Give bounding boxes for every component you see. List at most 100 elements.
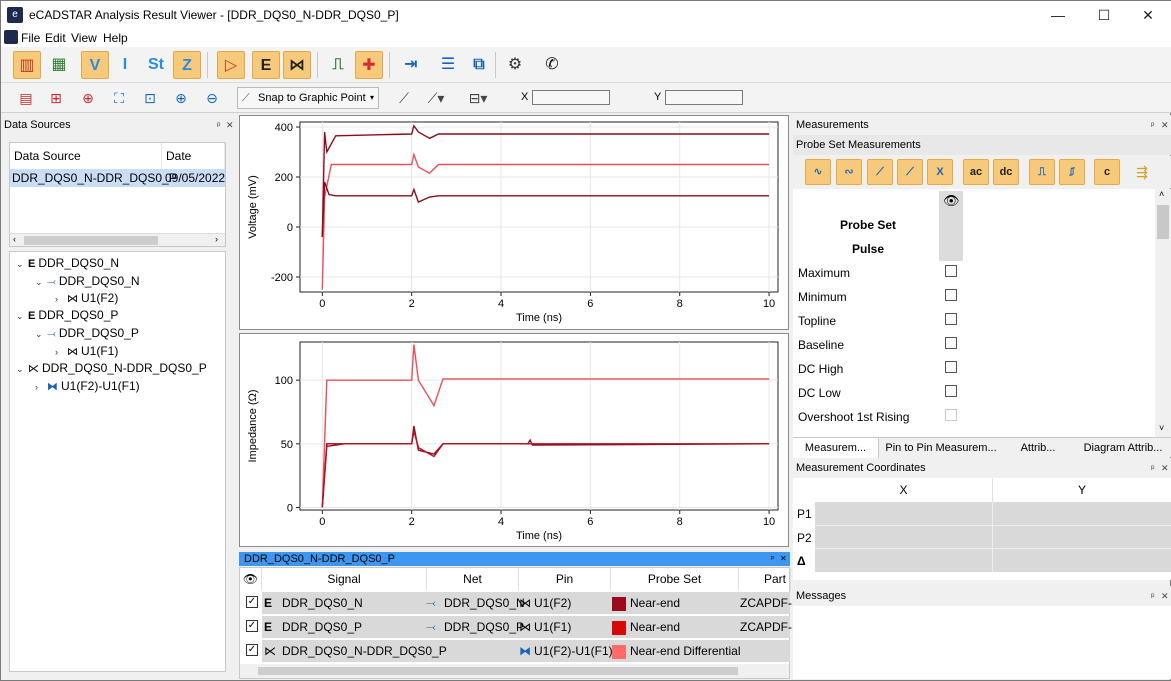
menu-help[interactable]: Help	[103, 31, 128, 45]
chevron-right-icon[interactable]: ›	[55, 347, 67, 357]
phone-icon[interactable]: ✆	[538, 51, 566, 79]
tab-measurements[interactable]: Measurem...	[793, 438, 879, 458]
tab-pin-to-pin[interactable]: Pin to Pin Measurem...	[881, 438, 1001, 458]
close-button[interactable]: ✕	[1125, 1, 1171, 29]
eye-icon[interactable]: 👁	[943, 193, 960, 209]
signal-icon[interactable]: E	[252, 51, 280, 79]
scroll-right-icon[interactable]: ›	[215, 234, 218, 244]
col-date[interactable]: Date	[162, 143, 225, 169]
pin-icon[interactable]: ᵖ	[771, 552, 774, 566]
bar-chart-icon[interactable]: ▥	[13, 51, 41, 79]
vertical-scrollbar[interactable]: ˄ ˅	[1155, 189, 1171, 437]
y-coord-field[interactable]	[665, 90, 743, 105]
table-row[interactable]: E DDR_DQS0_N ⤙ DDR_DQS0_N ⋈ U1(F2) Near-…	[262, 592, 799, 614]
histogram-icon[interactable]: ▦	[45, 51, 73, 79]
rise-icon[interactable]: ∿	[805, 159, 831, 185]
voltage-plot-svg[interactable]: 0 2 4 6 8 10 -200 0 200 400 Time (ns) Voltage (mV)	[240, 116, 788, 329]
differential-icon[interactable]: ⋈	[283, 51, 311, 79]
close-icon[interactable]: ✕	[1161, 458, 1169, 478]
xy-icon[interactable]: X	[927, 159, 953, 185]
gear-icon[interactable]: ⚙	[501, 51, 529, 79]
scroll-left-icon[interactable]: ‹	[13, 234, 16, 244]
measure-checkbox[interactable]	[945, 337, 957, 349]
probe-color-swatch[interactable]	[612, 644, 626, 659]
scroll-up-icon[interactable]: ˄	[1159, 189, 1164, 199]
tree-node[interactable]: ⌄ ⤙ DDR_DQS0_N	[35, 274, 140, 289]
close-icon[interactable]: ✕	[226, 115, 234, 135]
close-icon[interactable]: ✕	[1161, 586, 1169, 606]
voltage-icon[interactable]: V	[81, 51, 109, 79]
row-visible-checkbox[interactable]: ✓	[246, 620, 258, 632]
current-icon[interactable]: I	[111, 51, 139, 79]
tree-node[interactable]: › ⋈ U1(F1)	[55, 344, 118, 358]
probe-color-swatch[interactable]	[612, 620, 626, 635]
scroll-thumb[interactable]	[1157, 205, 1169, 239]
tab-attributes[interactable]: Attrib...	[1003, 438, 1073, 458]
measure-checkbox[interactable]	[945, 265, 957, 277]
tree-node[interactable]: › ⋈ U1(F2)	[55, 291, 118, 305]
measure-checkbox[interactable]	[945, 313, 957, 325]
export-measurements-icon[interactable]: ⇶	[1131, 161, 1153, 183]
measure-checkbox[interactable]	[945, 361, 957, 373]
tree-node[interactable]: ⌄ E DDR_DQS0_N	[16, 256, 119, 270]
zoom-out-icon[interactable]: ⊖	[201, 87, 223, 109]
menu-edit[interactable]: Edit	[45, 31, 66, 45]
fit-icon[interactable]: ⛶	[108, 87, 130, 109]
falling-edge-icon[interactable]: ⎎	[1059, 159, 1085, 185]
chevron-down-icon[interactable]: ⌄	[16, 311, 28, 322]
tree-node[interactable]: ⌄ ⋉ DDR_DQS0_N-DDR_DQS0_P	[16, 361, 207, 375]
scroll-down-icon[interactable]: ˅	[1159, 423, 1164, 433]
maximize-button[interactable]: ☐	[1081, 1, 1127, 29]
chevron-down-icon[interactable]: ⌄	[16, 364, 28, 375]
ruler-icon[interactable]: ⟋	[393, 87, 415, 109]
x-coord-field[interactable]	[532, 90, 610, 105]
pin-icon[interactable]: ᵖ	[1151, 458, 1154, 478]
close-icon[interactable]: ✕	[780, 552, 787, 566]
dc-icon[interactable]: dc	[993, 159, 1019, 185]
slope2-icon[interactable]: ⟋	[897, 159, 923, 185]
impedance-chart[interactable]: 0 2 4 6 8 10 0 50 100 Time (ns) Impedance (Ω)	[239, 333, 789, 547]
wave-icon[interactable]: ∾	[836, 159, 862, 185]
chevron-down-icon[interactable]: ⌄	[16, 259, 28, 270]
close-icon[interactable]: ✕	[1161, 115, 1169, 135]
row-visible-checkbox[interactable]: ✓	[246, 596, 258, 608]
list-icon[interactable]: ☰	[434, 51, 462, 79]
impedance-plot-svg[interactable]: 0 2 4 6 8 10050100Time (ns)Impedance (Ω)	[240, 334, 788, 546]
row-visible-checkbox[interactable]: ✓	[246, 644, 258, 656]
zoom-box-icon[interactable]: ⊡	[139, 87, 161, 109]
tree-node[interactable]: ⌄ E DDR_DQS0_P	[16, 308, 118, 322]
col-probe-set[interactable]: Probe Set	[611, 568, 739, 590]
col-data-source[interactable]: Data Source	[10, 143, 162, 169]
horizontal-scrollbar[interactable]	[240, 664, 789, 678]
step-icon[interactable]: St	[142, 51, 170, 79]
col-pin[interactable]: Pin	[519, 568, 611, 590]
app-menu-icon[interactable]	[4, 30, 18, 44]
zoom-in-icon[interactable]: ⊕	[170, 87, 192, 109]
grid-icon[interactable]: ▤	[15, 87, 37, 109]
copy-icon[interactable]: ⧉	[465, 51, 493, 79]
measure-checkbox[interactable]	[945, 385, 957, 397]
tree-node[interactable]: › ⧓ U1(F2)-U1(F1)	[35, 379, 140, 393]
export-icon[interactable]: ⇥	[397, 51, 425, 79]
table-row[interactable]: E DDR_DQS0_P ⤙ DDR_DQS0_P ⋈ U1(F1) Near-…	[262, 616, 799, 638]
ac-icon[interactable]: ac	[963, 159, 989, 185]
scroll-thumb[interactable]	[24, 236, 158, 245]
snap-dropdown[interactable]: ⟋ Snap to Graphic Point ▾	[237, 87, 379, 109]
eye-diagram-icon[interactable]: ⎍	[324, 51, 352, 79]
voltage-chart[interactable]: 0 2 4 6 8 10 -200 0 200 400 Time (ns) Voltage (mV)	[239, 115, 789, 330]
crosstalk-icon[interactable]: ✚	[355, 51, 383, 79]
slope-icon[interactable]: ⟋	[867, 159, 893, 185]
chevron-down-icon[interactable]: ⌄	[35, 329, 47, 340]
rising-edge-icon[interactable]: ⎍	[1029, 159, 1055, 185]
measure-checkbox[interactable]	[945, 289, 957, 301]
align-dropdown-icon[interactable]: ⊟▾	[467, 87, 489, 109]
minimize-button[interactable]: —	[1035, 1, 1081, 29]
pin-icon[interactable]: ᵖ	[1151, 586, 1154, 606]
tab-diagram-attributes[interactable]: Diagram Attrib...	[1075, 438, 1171, 458]
chevron-right-icon[interactable]: ›	[35, 382, 47, 392]
probe-color-swatch[interactable]	[612, 596, 626, 611]
impedance-icon[interactable]: Z	[173, 51, 201, 79]
tree-node[interactable]: ⌄ ⤙ DDR_DQS0_P	[35, 326, 139, 341]
scroll-thumb[interactable]	[258, 667, 738, 675]
table-row[interactable]: DDR_DQS0_N-DDR_DQS0_P 09/05/2022	[10, 169, 225, 187]
